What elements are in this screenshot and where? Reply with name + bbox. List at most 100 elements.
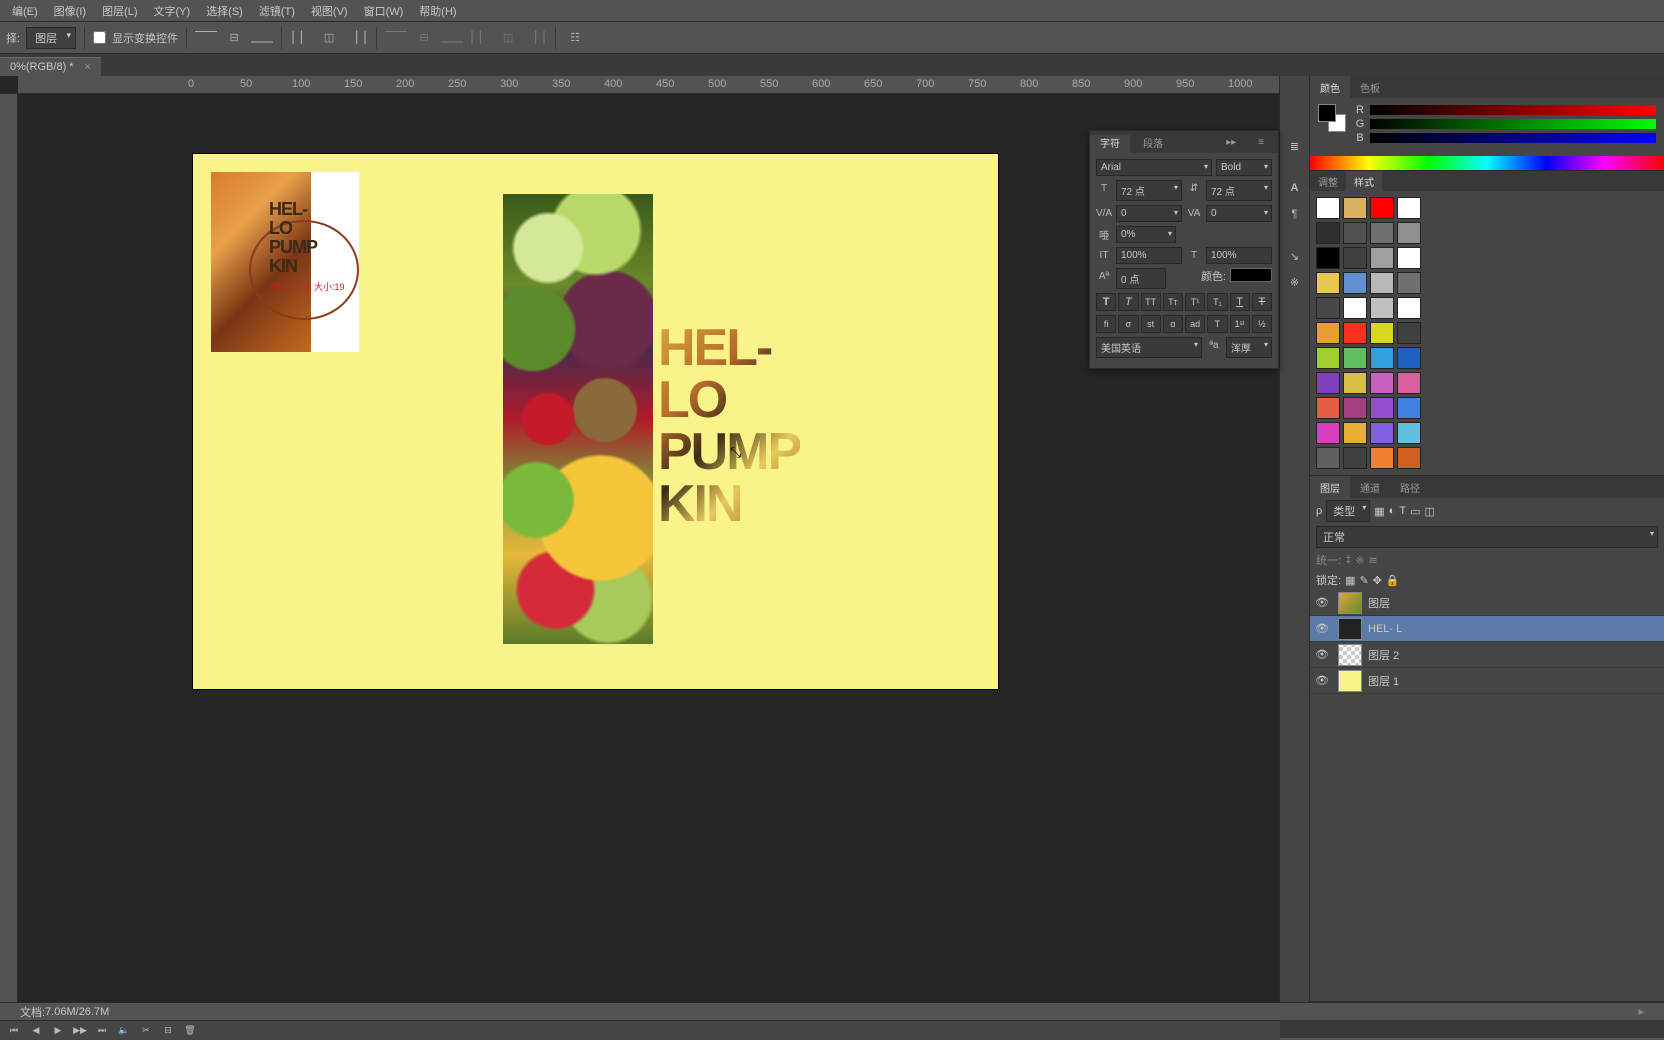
document-tab[interactable]: 0%(RGB/8) * × <box>0 57 101 76</box>
menu-type[interactable]: 文字(Y) <box>146 0 199 22</box>
lock-position-icon[interactable]: ✥ <box>1373 574 1382 587</box>
reference-thumbnail[interactable]: HEL- LO PUMP KIN 宽:0, 上:0, 大小:19 <box>211 172 359 352</box>
style-swatch[interactable] <box>1370 447 1394 469</box>
style-swatch[interactable] <box>1343 372 1367 394</box>
filter-adjust-icon[interactable]: ◐ <box>1389 505 1396 517</box>
menu-window[interactable]: 窗口(W) <box>356 0 412 22</box>
layer-row[interactable]: 👁图层 1 <box>1310 668 1664 694</box>
style-swatch[interactable] <box>1343 347 1367 369</box>
layer-thumbnail[interactable] <box>1338 644 1362 666</box>
style-swatch[interactable] <box>1370 272 1394 294</box>
distribute-right-icon[interactable]: ▕▕ <box>525 27 547 49</box>
style-swatch[interactable] <box>1397 247 1421 269</box>
main-text-layer[interactable]: HEL- LO PUMP KIN <box>658 322 800 530</box>
fractions-button[interactable]: ½ <box>1252 315 1272 333</box>
underline-button[interactable]: T <box>1230 293 1250 311</box>
style-swatch[interactable] <box>1316 322 1340 344</box>
green-slider[interactable] <box>1370 119 1656 129</box>
tab-layers[interactable]: 图层 <box>1310 476 1350 499</box>
align-top-edges-icon[interactable]: ⎺⎺ <box>195 27 217 49</box>
align-vertical-centers-icon[interactable]: ⊟ <box>223 27 245 49</box>
ordinals-button[interactable]: 1ˢᵗ <box>1230 315 1250 333</box>
font-weight-select[interactable]: Bold <box>1216 159 1272 176</box>
style-swatch[interactable] <box>1343 447 1367 469</box>
style-swatch[interactable] <box>1316 397 1340 419</box>
panel-menu-icon[interactable]: ≡ <box>1248 133 1274 152</box>
vertical-scale-input[interactable]: 100% <box>1116 247 1182 264</box>
character-panel[interactable]: 字符 段落 ▸▸ ≡ Arial Bold T 72 点 ⇵ 72 点 V/A … <box>1089 130 1279 369</box>
tracking-select[interactable]: 0 <box>1206 205 1272 222</box>
color-spectrum-ramp[interactable] <box>1310 156 1664 170</box>
layer-thumbnail[interactable] <box>1338 670 1362 692</box>
style-swatch[interactable] <box>1397 297 1421 319</box>
filter-image-icon[interactable]: ▦ <box>1374 505 1384 518</box>
style-swatch[interactable] <box>1370 297 1394 319</box>
go-first-frame-button[interactable]: ⏮ <box>4 1023 24 1039</box>
distribute-vcenter-icon[interactable]: ⊟ <box>413 27 435 49</box>
layer-visibility-icon[interactable]: 👁 <box>1310 622 1334 635</box>
distribute-bottom-icon[interactable]: ⎽⎽ <box>441 27 463 49</box>
style-swatch[interactable] <box>1316 372 1340 394</box>
blend-mode-select[interactable]: 正常 <box>1316 526 1658 548</box>
clone-source-panel-icon[interactable]: ※ <box>1282 270 1308 294</box>
faux-italic-button[interactable]: T <box>1118 293 1138 311</box>
tab-paths[interactable]: 路径 <box>1390 476 1430 499</box>
style-swatch[interactable] <box>1343 297 1367 319</box>
swash-button[interactable]: ɑ <box>1163 315 1183 333</box>
ligatures-button[interactable]: fi <box>1096 315 1116 333</box>
style-swatch[interactable] <box>1397 372 1421 394</box>
style-swatch[interactable] <box>1316 347 1340 369</box>
lock-transparent-icon[interactable]: ▦ <box>1345 574 1355 587</box>
red-slider[interactable] <box>1370 105 1656 115</box>
menu-help[interactable]: 帮助(H) <box>411 0 464 22</box>
layer-filter-kind-select[interactable]: 类型 <box>1326 500 1370 522</box>
all-caps-button[interactable]: TT <box>1141 293 1161 311</box>
menu-view[interactable]: 视图(V) <box>303 0 356 22</box>
delete-frame-button[interactable]: 🗑 <box>180 1023 200 1039</box>
menu-filter[interactable]: 滤镜(T) <box>251 0 303 22</box>
history-panel-icon[interactable]: ≣ <box>1282 134 1308 158</box>
style-swatch[interactable] <box>1343 422 1367 444</box>
style-swatch[interactable] <box>1397 422 1421 444</box>
style-swatch[interactable] <box>1370 222 1394 244</box>
distribute-left-icon[interactable]: ▏▏ <box>469 27 491 49</box>
style-swatch[interactable] <box>1316 297 1340 319</box>
show-transform-controls-checkbox[interactable] <box>93 31 106 44</box>
tab-character[interactable]: 字符 <box>1090 135 1130 154</box>
artboard[interactable]: HEL- LO PUMP KIN 宽:0, 上:0, 大小:19 HEL- LO… <box>193 154 998 689</box>
transition-button[interactable]: ⊟ <box>158 1023 178 1039</box>
horizontal-scale-input[interactable]: 100% <box>1206 247 1272 264</box>
canvas-area[interactable]: 0 50 100 150 200 250 300 350 400 450 500… <box>0 76 1279 1002</box>
tab-swatches[interactable]: 色板 <box>1350 76 1390 99</box>
stylistic-alt-button[interactable]: ad <box>1185 315 1205 333</box>
blue-slider[interactable] <box>1370 133 1656 143</box>
style-swatch[interactable] <box>1397 222 1421 244</box>
layer-filter-icon[interactable]: ρ <box>1316 505 1322 517</box>
kerning-select[interactable]: 0 <box>1116 205 1182 222</box>
contextual-alt-button[interactable]: σ <box>1118 315 1138 333</box>
layer-name[interactable]: 图层 2 <box>1366 647 1664 663</box>
distribute-hcenter-icon[interactable]: ◫ <box>497 27 519 49</box>
small-caps-button[interactable]: Tᴛ <box>1163 293 1183 311</box>
foreground-color-chip[interactable] <box>1318 104 1336 122</box>
discretionary-lig-button[interactable]: st <box>1141 315 1161 333</box>
align-bottom-edges-icon[interactable]: ⎽⎽ <box>251 27 273 49</box>
layer-visibility-icon[interactable]: 👁 <box>1310 596 1334 609</box>
paragraph-panel-icon[interactable]: ¶ <box>1282 202 1308 226</box>
style-swatch[interactable] <box>1370 372 1394 394</box>
language-select[interactable]: 美国英语 <box>1096 337 1202 358</box>
play-button[interactable]: ▶ <box>48 1023 68 1039</box>
next-frame-button[interactable]: ▶▶ <box>70 1023 90 1039</box>
lock-all-icon[interactable]: 🔒 <box>1386 574 1400 587</box>
split-clip-button[interactable]: ✂ <box>136 1023 156 1039</box>
style-swatch[interactable] <box>1343 222 1367 244</box>
style-swatch[interactable] <box>1397 397 1421 419</box>
audio-toggle-button[interactable]: 🔈 <box>114 1023 134 1039</box>
menu-edit[interactable]: 编(E) <box>4 0 46 22</box>
layer-visibility-icon[interactable]: 👁 <box>1310 674 1334 687</box>
tab-adjustments[interactable]: 调整 <box>1310 171 1346 192</box>
layer-thumbnail[interactable] <box>1338 592 1362 614</box>
status-chevron-icon[interactable]: ▸ <box>1638 1005 1644 1018</box>
style-swatch[interactable] <box>1316 197 1340 219</box>
layer-row[interactable]: 👁HEL- L <box>1310 616 1664 642</box>
